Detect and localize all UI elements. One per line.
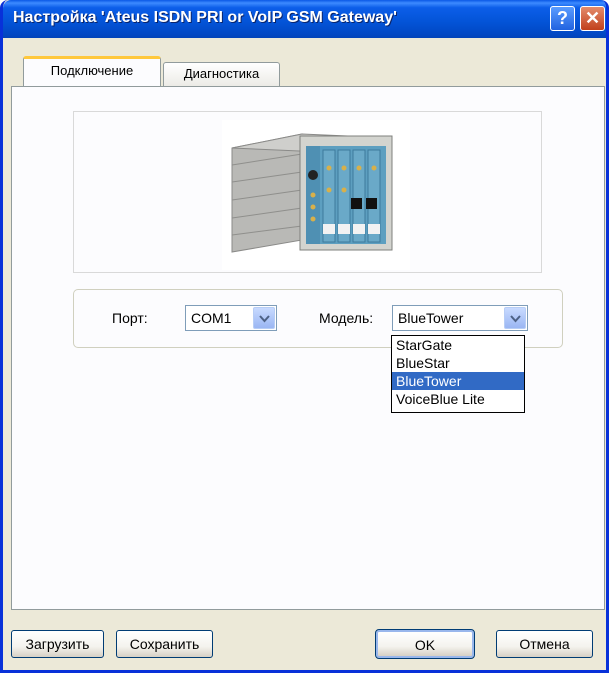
device-image-frame	[73, 111, 542, 273]
window-title: Настройка 'Ateus ISDN PRI or VoIP GSM Ga…	[13, 9, 397, 26]
close-button[interactable]: ✕	[580, 6, 605, 31]
chevron-down-icon[interactable]	[504, 307, 526, 329]
help-button[interactable]: ?	[550, 6, 575, 31]
port-value: COM1	[191, 310, 232, 326]
gateway-device-image	[222, 120, 410, 270]
tab-connection[interactable]: Подключение	[23, 56, 161, 86]
settings-dialog: Настройка 'Ateus ISDN PRI or VoIP GSM Ga…	[0, 0, 609, 673]
chevron-down-icon[interactable]	[253, 307, 275, 329]
cancel-button[interactable]: Отмена	[496, 630, 593, 658]
model-label: Модель:	[319, 310, 374, 326]
model-option-voiceblue-lite[interactable]: VoiceBlue Lite	[392, 390, 524, 408]
title-bar[interactable]: Настройка 'Ateus ISDN PRI or VoIP GSM Ga…	[3, 0, 606, 38]
tab-diagnostics[interactable]: Диагностика	[163, 62, 280, 86]
port-label: Порт:	[112, 310, 148, 326]
model-option-stargate[interactable]: StarGate	[392, 336, 524, 354]
model-option-bluestar[interactable]: BlueStar	[392, 354, 524, 372]
save-button[interactable]: Сохранить	[116, 630, 213, 658]
port-select[interactable]: COM1	[185, 305, 277, 331]
load-button[interactable]: Загрузить	[11, 630, 104, 658]
model-option-bluetower[interactable]: BlueTower	[392, 372, 524, 390]
ok-button[interactable]: OK	[375, 629, 475, 659]
model-value: BlueTower	[398, 310, 464, 326]
model-dropdown-list: StarGate BlueStar BlueTower VoiceBlue Li…	[391, 335, 525, 413]
model-select[interactable]: BlueTower	[392, 305, 528, 331]
